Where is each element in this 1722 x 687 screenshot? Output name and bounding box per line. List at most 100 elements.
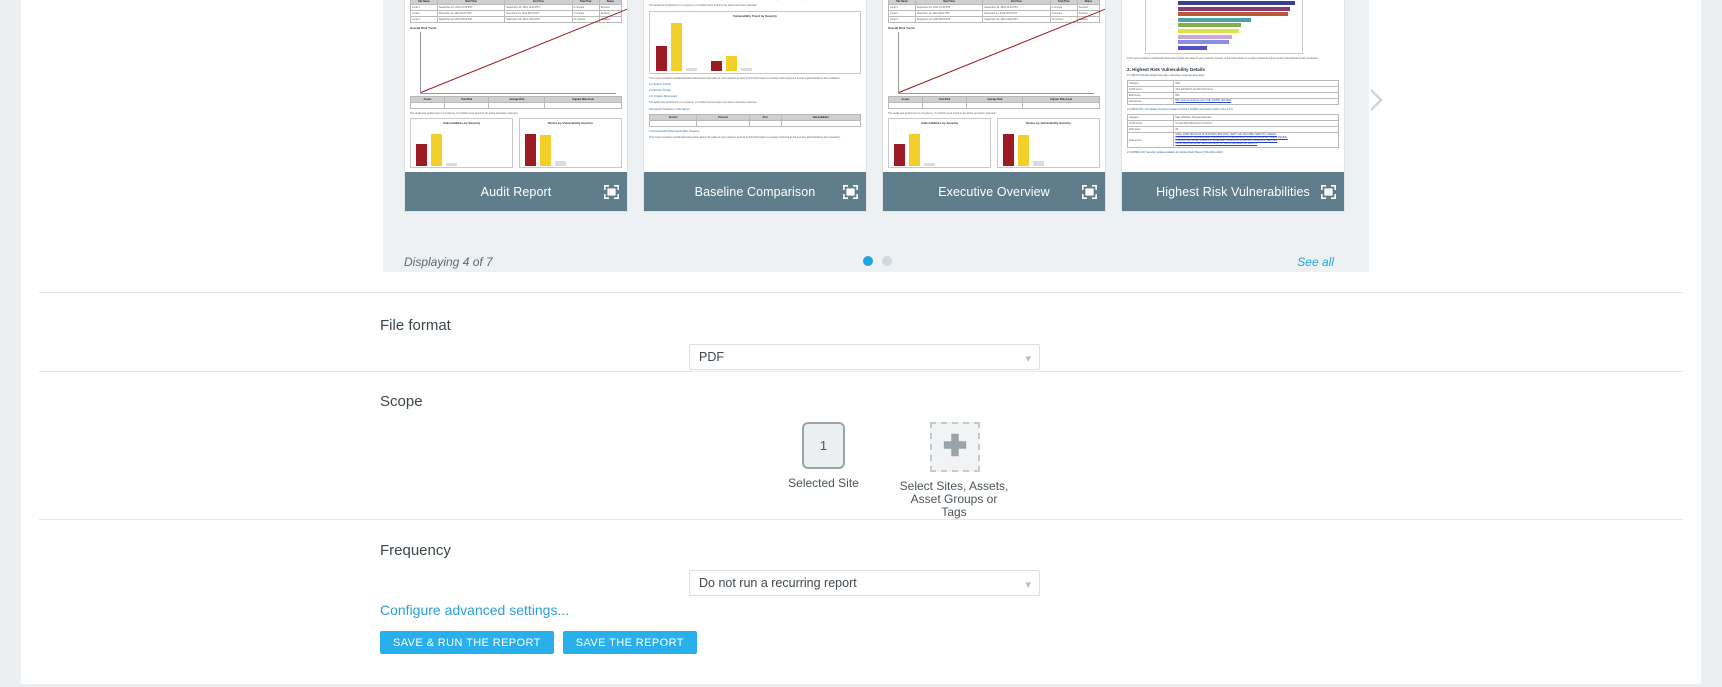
template-thumbnail: 1. Executive Overview Highest Risk Vulne… [1122,0,1344,172]
selected-site-item[interactable]: 1 Selected Site [781,422,866,519]
expand-icon[interactable] [1082,184,1097,199]
template-card-audit-report[interactable]: 1. Executive Summary This report contain… [404,0,628,212]
expand-icon[interactable] [604,184,619,199]
table-row: References BID, www.securityfocus.com, CV… [1126,97,1339,105]
template-card-list: 1. Executive Summary This report contain… [404,0,1350,212]
chart-title: Nodes by Vulnerability Severity [548,121,593,126]
chart-title: Vulnerability Trend by Severity [733,13,777,18]
thumb-intro: This report contains confidential inform… [649,0,861,1]
table-row [648,119,862,127]
frequency-section: Frequency Do not run a recurring report … [21,520,1701,687]
chart-title: Vulnerabilities by Severity [442,121,481,126]
carousel-panel: 1. Executive Summary This report contain… [383,0,1369,272]
thumb-section: 2.1 SMTP unauthenticated 3rd party mail … [1127,73,1205,77]
card-footer[interactable]: Audit Report [405,172,627,211]
thumb-section: Discovered Software on this Server [649,107,690,111]
template-thumbnail: 1. Executive Summary This report contain… [883,0,1105,172]
thumb-table: Site Name Start Time End Time Total Time Sta… [410,0,623,24]
thumb-section: 2.3 APSB11-18: Security update available… [1127,151,1223,155]
frequency-label: Frequency [380,542,451,559]
see-all-link[interactable]: See all [1297,255,1334,269]
carousel-footer: Displaying 4 of 7 See all [404,252,1350,276]
add-scope-caption: Select Sites, Assets, Asset Groups or Ta… [899,479,1009,519]
template-carousel: 1. Executive Summary This report contain… [21,0,1701,292]
template-card-baseline-comparison[interactable]: ✔ Selected 2. Trend Analysis 2.1 Overvie… [643,0,867,212]
table-row: Local 3 September 24, 2012 09:52 PST Septe… [410,16,623,24]
add-scope-tile[interactable] [929,422,980,472]
thumb-section: 2. Highest Risk Vulnerability Details [1127,66,1205,72]
thumb-chart-caption: Overall Risk Trend [888,26,915,31]
thumb-bar-charts: Vulnerabilities by Severity Nodes by Vul… [888,118,1100,169]
template-thumbnail: 2. Trend Analysis 2.1 Overview This repo… [644,0,866,172]
chevron-down-icon: ▾ [1025,353,1031,365]
thumb-table: Site Name Start Time End Time Total Time Sta… [888,0,1101,24]
add-scope-item[interactable]: Select Sites, Assets, Asset Groups or Ta… [900,422,1008,519]
thumb-vuln-table: Category Mail CVSS score 10.0 (AV:N/AC:L/A… [1126,79,1339,105]
thumb-section: 2.3.2 Previously Discovered Older Versio… [649,129,699,133]
card-title: Baseline Comparison [694,184,816,199]
thumb-table: Service Protocol Port Vulnerabilities [648,113,862,127]
thumb-section: 2.2 System Trends [649,82,671,86]
table-row: References APSA, APSB, BID-64314-36, BID… [1126,131,1339,149]
thumb-footnote: The audit was performed on 3 systems, 3 … [410,112,518,116]
thumb-bar-charts: Vulnerabilities by Severity Nodes by Vul… [410,118,622,169]
selected-site-caption: Selected Site [788,476,859,490]
thumb-metric-table: Assets Total Risk Average Risk Highest Risk… [888,96,1100,110]
chart-title: Vulnerabilities by Severity [920,121,959,126]
reference-link[interactable]: XFDB, SECUNIA-32832, SECUNIA-34156, XF, … [1175,143,1337,146]
thumb-section: 2.2 MS12-027: Cumulative Security Update… [1127,107,1233,111]
file-format-section: File format PDF ▾ [21,293,1701,371]
template-card-executive-overview[interactable]: 1. Executive Summary This report contain… [882,0,1106,212]
carousel-dot-2[interactable] [881,256,892,266]
table-row [410,102,622,110]
table-row: Local 3 September 24, 2012 09:52 PST Septe… [888,16,1101,24]
file-format-control: PDF ▾ [689,344,1040,370]
file-format-select[interactable]: PDF ▾ [689,344,1040,370]
selected-site-count: 1 [819,438,828,453]
configure-advanced-settings-link[interactable]: Configure advanced settings... [380,602,569,618]
report-config-page: 1. Executive Summary This report contain… [21,0,1701,684]
selected-site-tile[interactable]: 1 [802,422,845,469]
card-footer[interactable]: Executive Overview [883,172,1105,211]
thumb-note-2: The audit was performed on 3 systems, 3 … [649,101,757,105]
frequency-select[interactable]: Do not run a recurring report ▾ [689,570,1040,596]
card-title: Audit Report [480,184,552,199]
chevron-down-icon: ▾ [1025,579,1031,591]
frequency-value: Do not run a recurring report [699,576,857,590]
expand-icon[interactable] [1321,184,1336,199]
table-row [888,102,1100,110]
template-thumbnail: 1. Executive Summary This report contain… [405,0,627,172]
carousel-next-button[interactable] [1359,78,1395,122]
scope-label: Scope [380,393,423,410]
thumb-bar-chart: Vulnerability Trend by Severity [649,10,861,74]
expand-icon[interactable] [843,184,858,199]
card-footer[interactable]: Highest Risk Vulnerabilities [1122,172,1344,211]
scope-controls: 1 Selected Site Select Sites, Assets, As… [781,422,1008,519]
thumb-hbar-chart: Highest Risk Vulnerabilities [1145,0,1303,55]
template-card-highest-risk-vulnerabilities[interactable]: 1. Executive Overview Highest Risk Vulne… [1121,0,1345,212]
thumb-section: 2.3.1 Nodes Discovered [649,95,677,99]
action-buttons: SAVE & RUN THE REPORT SAVE THE REPORT [380,631,697,654]
thumb-vuln-table-2: Category Mail, Windows, Remote Execution … [1126,113,1339,149]
save-report-button[interactable]: SAVE THE REPORT [562,631,697,654]
thumb-note: This report contains confidential inform… [1127,57,1319,61]
card-title: Highest Risk Vulnerabilities [1156,184,1310,199]
thumb-section: 2.3 Service Trends [649,89,671,93]
carousel-pagination[interactable] [404,256,1350,266]
plus-icon [941,431,969,464]
carousel-dot-1[interactable] [862,256,873,266]
thumb-footnote: The audit was performed on 3 systems, 3 … [888,112,996,116]
reference-link[interactable]: BID, www.securityfocus.com, CVE, OSVDB, … [1175,100,1337,103]
card-footer[interactable]: Baseline Comparison [644,172,866,211]
file-format-value: PDF [699,350,724,364]
save-and-run-report-button[interactable]: SAVE & RUN THE REPORT [380,631,554,654]
thumb-note: This report contains confidential inform… [649,76,841,80]
card-title: Executive Overview [938,184,1050,199]
thumb-note-3: This report contains confidential inform… [649,136,841,140]
thumb-line-chart [420,0,627,95]
file-format-label: File format [380,317,451,334]
thumb-line-chart [898,0,1105,95]
thumb-chart-caption: Overall Risk Trend [410,26,437,31]
chart-title: Nodes by Vulnerability Severity [1026,121,1071,126]
frequency-control: Do not run a recurring report ▾ [689,570,1040,596]
